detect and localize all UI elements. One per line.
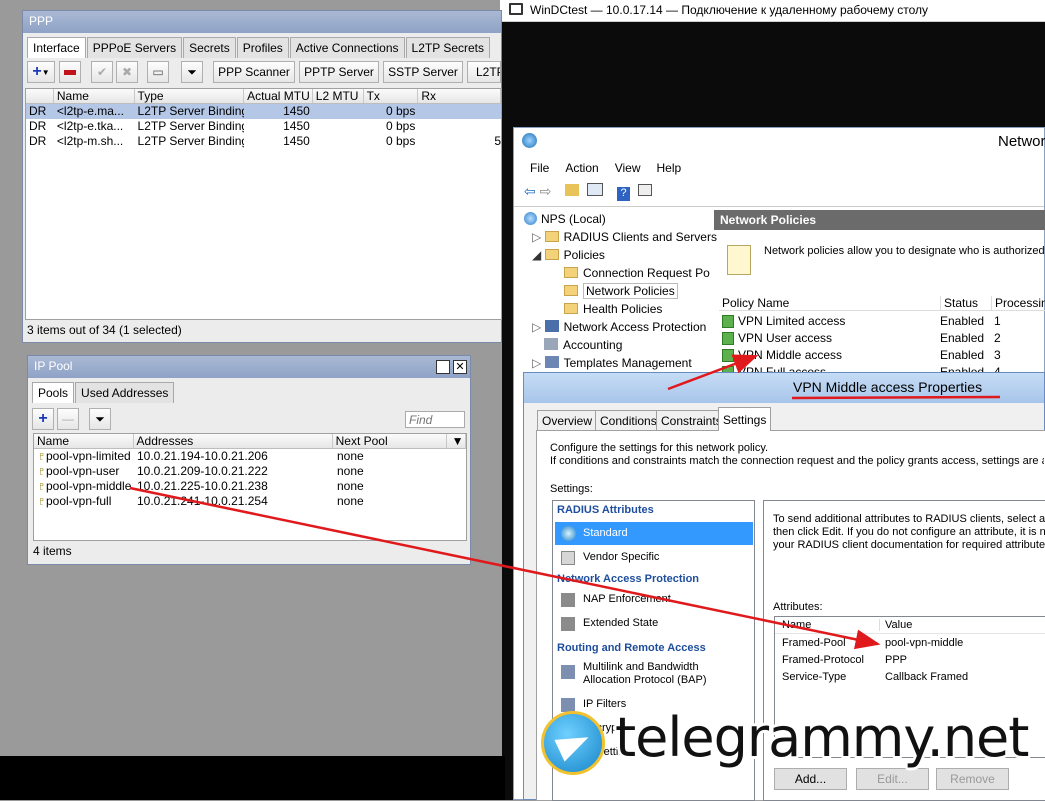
watermark-text: telegrammy.net bbox=[615, 706, 1029, 769]
arrow-properties-to-policy bbox=[667, 354, 759, 391]
paper-plane-icon bbox=[554, 726, 594, 762]
title-underline bbox=[791, 395, 1001, 400]
arrow-pool-to-attribute bbox=[129, 486, 881, 650]
telegram-logo bbox=[541, 711, 605, 775]
annotation-overlay bbox=[129, 354, 1001, 650]
